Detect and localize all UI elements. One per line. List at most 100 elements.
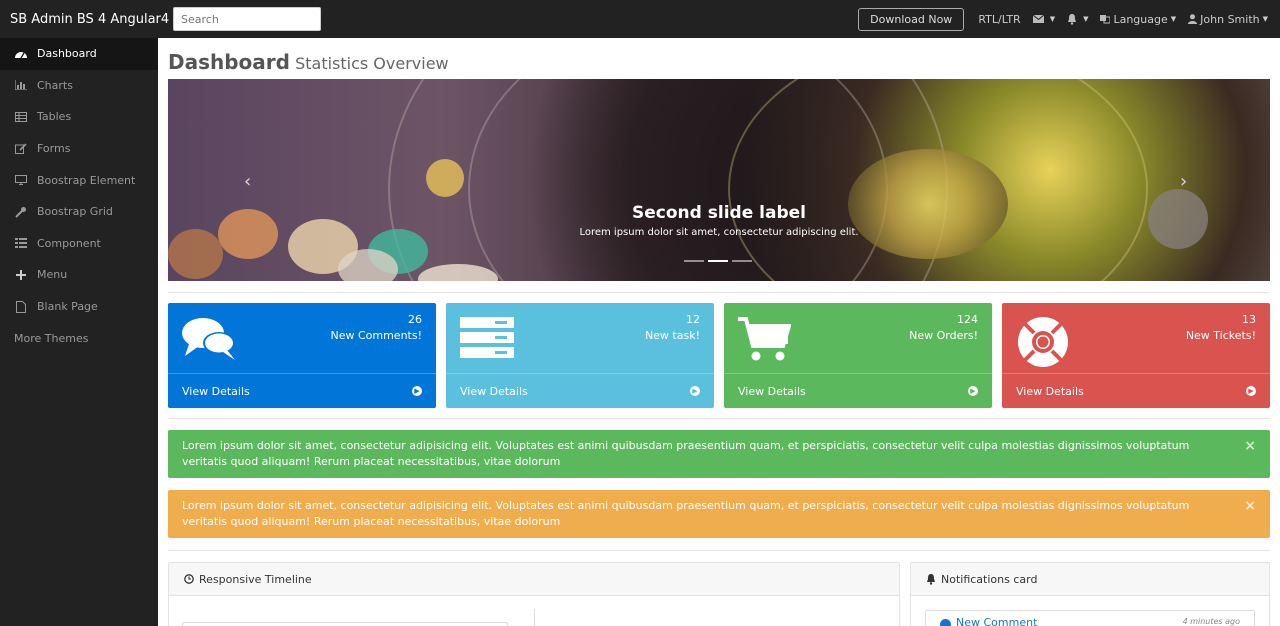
stat-card-count: 26 (408, 313, 422, 326)
table-icon (14, 111, 28, 123)
stat-card-label: New Orders! (909, 329, 978, 342)
rtl-ltr-label: RTL/LTR (978, 12, 1021, 26)
stat-card-orders: 124 New Orders! View Details ▶ (724, 303, 992, 408)
stat-card-label: New task! (644, 329, 700, 342)
sidebar-item-label: Dashboard (37, 47, 97, 61)
user-dropdown[interactable]: John Smith ▼ (1188, 13, 1268, 26)
sidebar-item-label: Menu (37, 268, 68, 282)
sidebar-item-forms[interactable]: Forms (0, 133, 158, 165)
chevron-down-icon: ▼ (1170, 15, 1177, 23)
alert-success: Lorem ipsum dolor sit amet, consectetur … (168, 430, 1270, 478)
stat-card-label: New Comments! (330, 329, 422, 342)
stat-card-tickets: 13 New Tickets! View Details ▶ (1002, 303, 1270, 408)
view-details-link[interactable]: View Details ▶ (446, 373, 714, 408)
sidebar-item-menu[interactable]: Menu (0, 259, 158, 291)
carousel-caption-title: Second slide label (632, 203, 806, 223)
sidebar-item-more-themes[interactable]: More Themes (0, 322, 158, 354)
view-details-link[interactable]: View Details ▶ (168, 373, 436, 408)
sidebar-item-label: Forms (37, 142, 71, 156)
notifications-panel-header: Notifications card (911, 563, 1269, 596)
sidebar-item-bootstrap-grid[interactable]: Boostrap Grid (0, 196, 158, 228)
alerts-dropdown[interactable]: ▼ (1067, 13, 1089, 25)
stat-card-count: 13 (1242, 313, 1256, 326)
carousel-caption: Second slide label Lorem ipsum dolor sit… (168, 79, 1270, 238)
messages-dropdown[interactable]: ▼ (1032, 15, 1056, 23)
carousel-indicator[interactable] (708, 260, 728, 262)
top-navbar: SB Admin BS 4 Angular4 Download Now RTL/… (0, 0, 1280, 38)
sidebar-item-dashboard[interactable]: Dashboard (0, 38, 158, 70)
carousel-indicator[interactable] (684, 260, 704, 262)
language-dropdown[interactable]: Language ▼ (1100, 13, 1176, 26)
notification-item[interactable]: New Comment 4 minutes ago (925, 610, 1255, 626)
divider (168, 550, 1270, 551)
timeline-panel-title: Responsive Timeline (199, 572, 312, 586)
stat-card-comments: 26 New Comments! View Details ▶ (168, 303, 436, 408)
timeline-panel-header: Responsive Timeline (169, 563, 899, 596)
arrow-circle-right-icon: ▶ (968, 386, 978, 396)
sidebar-item-label: Tables (37, 110, 72, 124)
view-details-label: View Details (738, 384, 806, 398)
notification-label: New Comment (956, 616, 1038, 626)
wrench-icon (14, 206, 28, 218)
main-content: Dashboard Statistics Overview ‹ › Second… (158, 38, 1280, 626)
rtl-ltr-toggle[interactable]: RTL/LTR (978, 13, 1020, 26)
sidebar-item-blank-page[interactable]: Blank Page (0, 291, 158, 323)
brand-link[interactable]: SB Admin BS 4 Angular4 (10, 12, 173, 27)
carousel-indicator[interactable] (732, 260, 752, 262)
notification-time: 4 minutes ago (1182, 617, 1240, 626)
timeline-entry (182, 622, 508, 626)
timeline-line (534, 609, 535, 626)
list-icon (14, 237, 28, 249)
carousel-caption-text: Lorem ipsum dolor sit amet, consectetur … (579, 227, 859, 238)
user-name: John Smith (1200, 12, 1260, 26)
arrow-circle-right-icon: ▶ (690, 386, 700, 396)
comments-icon (182, 318, 235, 360)
comment-icon (940, 619, 951, 626)
plus-icon (14, 269, 28, 281)
shopping-cart-icon (738, 317, 791, 361)
language-label: Language (1113, 12, 1168, 26)
tasks-icon (460, 317, 514, 358)
notifications-panel: Notifications card New Comment 4 minutes… (910, 562, 1270, 626)
alert-text: Lorem ipsum dolor sit amet, consectetur … (182, 439, 1190, 468)
page-title-main: Dashboard (168, 50, 290, 74)
download-now-button[interactable]: Download Now (858, 7, 965, 31)
sidebar-item-tables[interactable]: Tables (0, 101, 158, 133)
view-details-link[interactable]: View Details ▶ (724, 373, 992, 408)
sidebar-item-component[interactable]: Component (0, 228, 158, 260)
image-carousel[interactable]: ‹ › Second slide label Lorem ipsum dolor… (168, 79, 1270, 281)
sidebar-item-label: Boostrap Grid (37, 205, 113, 219)
sidebar-item-label: More Themes (14, 331, 89, 345)
sidebar: Dashboard Charts Tables Forms Boostrap E… (0, 38, 158, 626)
view-details-label: View Details (1016, 384, 1084, 398)
sidebar-item-label: Component (37, 236, 101, 250)
chevron-down-icon: ▼ (1049, 15, 1056, 23)
arrow-circle-right-icon: ▶ (412, 386, 422, 396)
search-input[interactable] (173, 7, 321, 31)
bar-chart-icon (14, 79, 28, 91)
user-icon (1188, 14, 1198, 24)
chevron-down-icon: ▼ (1262, 15, 1268, 23)
envelope-icon (1032, 15, 1044, 23)
edit-icon (14, 143, 28, 155)
alert-warning: Lorem ipsum dolor sit amet, consectetur … (168, 490, 1270, 538)
divider (168, 418, 1270, 419)
sidebar-item-charts[interactable]: Charts (0, 70, 158, 102)
page-title-subtitle: Statistics Overview (295, 54, 449, 73)
sidebar-item-label: Charts (37, 78, 73, 92)
alert-text: Lorem ipsum dolor sit amet, consectetur … (182, 499, 1190, 528)
stat-card-label: New Tickets! (1185, 329, 1256, 342)
navbar-right: Download Now RTL/LTR ▼ ▼ Language ▼ John… (858, 0, 1280, 38)
bell-icon (927, 573, 935, 585)
stat-card-count: 124 (957, 313, 978, 326)
alert-close-button[interactable]: × (1244, 438, 1256, 454)
divider (168, 292, 1270, 293)
view-details-link[interactable]: View Details ▶ (1002, 373, 1270, 408)
file-icon (14, 300, 28, 313)
alert-close-button[interactable]: × (1244, 498, 1256, 514)
stat-card-tasks: 12 New task! View Details ▶ (446, 303, 714, 408)
chevron-down-icon: ▼ (1083, 15, 1089, 23)
sidebar-item-bootstrap-element[interactable]: Boostrap Element (0, 164, 158, 196)
life-ring-icon (1018, 317, 1068, 367)
language-icon (1100, 15, 1111, 24)
